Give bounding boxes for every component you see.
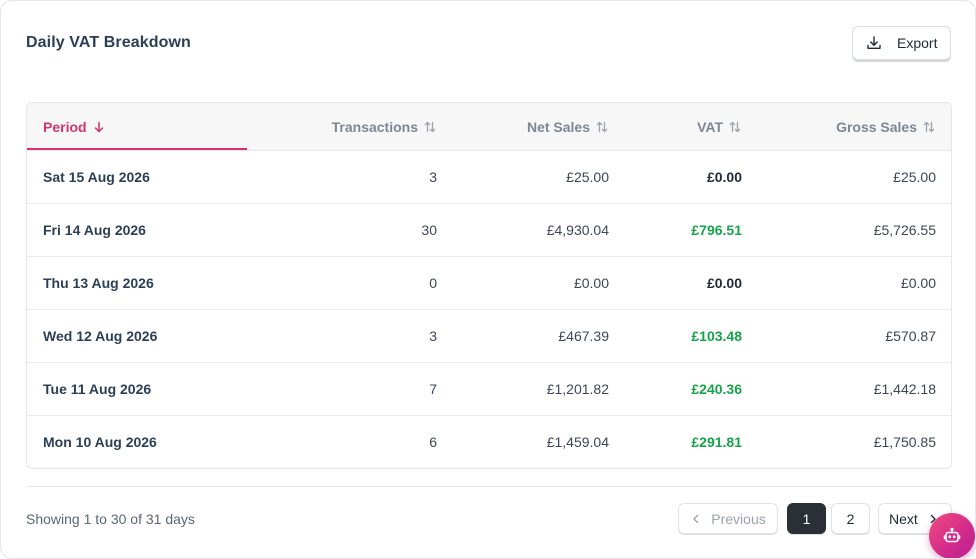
cell-net-sales: £467.39 [558, 328, 609, 344]
sort-icon [596, 121, 608, 133]
page-button-2[interactable]: 2 [831, 503, 870, 534]
cell-net-sales: £1,459.04 [546, 434, 609, 450]
table-row: Tue 11 Aug 2026 7 £1,201.82 £240.36 £1,4… [27, 363, 951, 416]
next-page-label: Next [889, 510, 918, 527]
download-icon [867, 36, 881, 49]
cell-period: Fri 14 Aug 2026 [43, 222, 146, 238]
cell-gross-sales: £0.00 [900, 275, 936, 291]
cell-period: Wed 12 Aug 2026 [43, 328, 158, 344]
table-row: Sat 15 Aug 2026 3 £25.00 £0.00 £25.00 [27, 151, 951, 204]
table-row: Wed 12 Aug 2026 3 £467.39 £103.48 £570.8… [27, 310, 951, 363]
export-button[interactable]: Export [852, 26, 951, 60]
sort-icon [424, 121, 436, 133]
cell-gross-sales: £1,442.18 [873, 381, 936, 397]
cell-gross-sales: £570.87 [885, 328, 936, 344]
column-header-gross-sales[interactable]: Gross Sales [767, 103, 936, 151]
table-header: Period Transactions Net Sales VAT Gross … [27, 103, 951, 151]
cell-transactions: 6 [429, 434, 437, 450]
table-row: Mon 10 Aug 2026 6 £1,459.04 £291.81 £1,7… [27, 416, 951, 468]
sort-descending-icon [94, 121, 103, 133]
cell-transactions: 3 [429, 328, 437, 344]
column-header-vat[interactable]: VAT [627, 103, 742, 151]
card-title: Daily VAT Breakdown [26, 34, 191, 51]
assistant-button[interactable] [929, 513, 975, 558]
table-row: Thu 13 Aug 2026 0 £0.00 £0.00 £0.00 [27, 257, 951, 310]
column-header-period[interactable]: Period [43, 103, 106, 151]
cell-vat: £240.36 [691, 381, 742, 397]
cell-vat: £0.00 [706, 275, 742, 291]
pagination-summary: Showing 1 to 30 of 31 days [26, 511, 195, 527]
cell-transactions: 30 [421, 222, 437, 238]
previous-page-button[interactable]: Previous [678, 503, 778, 534]
cell-gross-sales: £25.00 [893, 169, 936, 185]
cell-net-sales: £4,930.04 [546, 222, 609, 238]
bot-icon [943, 527, 961, 543]
page-button-1[interactable]: 1 [787, 503, 826, 534]
cell-vat: £103.48 [691, 328, 742, 344]
column-header-transactions[interactable]: Transactions [277, 103, 437, 151]
cell-period: Thu 13 Aug 2026 [43, 275, 154, 291]
column-header-vat-label: VAT [697, 119, 723, 135]
cell-net-sales: £0.00 [573, 275, 609, 291]
vat-table: Period Transactions Net Sales VAT Gross … [26, 102, 952, 469]
vat-breakdown-card: Daily VAT Breakdown Export Period Transa… [0, 0, 976, 559]
chevron-left-icon [693, 514, 699, 523]
cell-gross-sales: £1,750.85 [873, 434, 936, 450]
cell-net-sales: £25.00 [566, 169, 609, 185]
sort-icon [729, 121, 741, 133]
column-header-period-label: Period [43, 119, 87, 135]
cell-vat: £0.00 [706, 169, 742, 185]
column-header-net-sales-label: Net Sales [526, 119, 590, 135]
previous-page-label: Previous [711, 510, 766, 527]
cell-vat: £796.51 [691, 222, 742, 238]
cell-gross-sales: £5,726.55 [873, 222, 936, 238]
cell-transactions: 0 [429, 275, 437, 291]
column-header-gross-sales-label: Gross Sales [836, 119, 917, 135]
cell-vat: £291.81 [691, 434, 742, 450]
cell-net-sales: £1,201.82 [546, 381, 609, 397]
cell-transactions: 7 [429, 381, 437, 397]
sort-icon [923, 121, 935, 133]
footer-divider [26, 486, 952, 487]
cell-period: Mon 10 Aug 2026 [43, 434, 157, 450]
column-header-net-sales[interactable]: Net Sales [457, 103, 609, 151]
table-row: Fri 14 Aug 2026 30 £4,930.04 £796.51 £5,… [27, 204, 951, 257]
cell-period: Sat 15 Aug 2026 [43, 169, 150, 185]
export-button-label: Export [897, 35, 938, 51]
column-header-transactions-label: Transactions [331, 119, 418, 135]
cell-period: Tue 11 Aug 2026 [43, 381, 152, 397]
active-sort-indicator [27, 148, 247, 150]
cell-transactions: 3 [429, 169, 437, 185]
